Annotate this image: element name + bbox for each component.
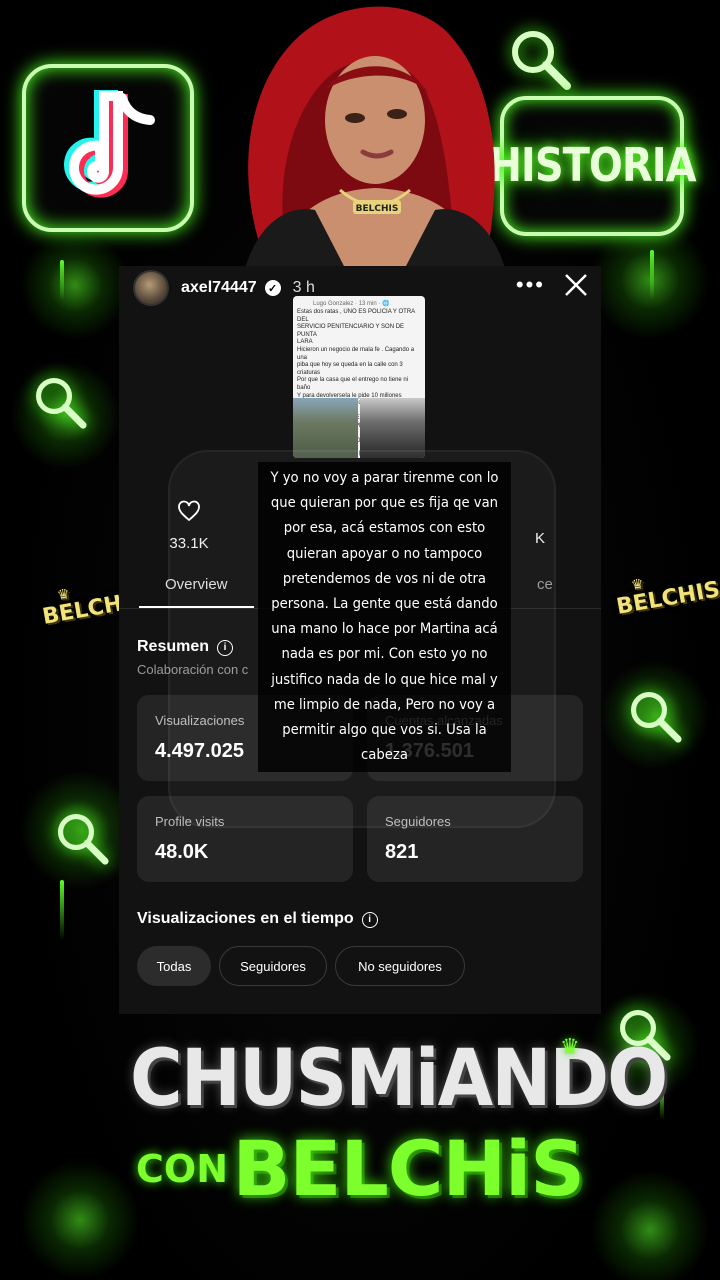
necklace-label: BELCHIS (356, 204, 399, 214)
avatar[interactable] (133, 270, 169, 306)
screenshot-line: Estas dos ratas , UNO ES POLICIA Y OTRA … (297, 309, 415, 323)
screenshot-line: SERVICIO PENITENCIARIO Y SON DE PUNTA (297, 324, 405, 338)
views-over-time-heading: Visualizaciones en el tiempo i (137, 910, 378, 928)
stat-value: 821 (385, 841, 419, 863)
photo (360, 398, 425, 458)
close-icon[interactable] (561, 270, 591, 300)
logo-line-2: BELCHiS (232, 1124, 585, 1213)
filter-chip-non-followers[interactable]: No seguidores (335, 946, 465, 986)
logo-line-1: CHUSMiANDO (130, 1034, 668, 1124)
photo (293, 398, 358, 458)
screenshot-line: LARA (297, 339, 313, 346)
screenshot-header: Lugo Gonzalez · 13 min · 🌐 (313, 301, 390, 307)
views-over-time-title: Visualizaciones en el tiempo (137, 910, 354, 927)
screenshot-line: Hicieron un negocio de mala fe . Cagando… (297, 346, 415, 361)
crown-icon: ♛ (560, 1034, 580, 1059)
green-splat (20, 230, 130, 340)
belchis-avatar-illustration: BELCHIS (205, 0, 535, 268)
magnifier-icon (625, 686, 685, 746)
story-username[interactable]: axel74447 (181, 279, 257, 297)
chusmiando-con-belchis-logo: CHUSMiANDO CON BELCHiS (110, 1034, 668, 1213)
story-header: axel74447 ✓ 3 h (133, 270, 315, 306)
magnifier-icon (30, 372, 90, 432)
screenshot-photos (293, 398, 425, 458)
stat-value: 48.0K (155, 841, 209, 863)
filter-chip-all[interactable]: Todas (137, 946, 211, 986)
magnifier-icon (52, 808, 112, 868)
info-icon[interactable]: i (361, 912, 378, 928)
paint-drip (650, 250, 654, 300)
screenshot-line: Por que la casa que el entrego no tiene … (297, 377, 409, 391)
story-caption: Y yo no voy a parar tirenme con lo que q… (258, 462, 511, 773)
shared-post-screenshot: Lugo Gonzalez · 13 min · 🌐 Estas dos rat… (293, 296, 425, 458)
crown-icon: ♛ (629, 576, 646, 595)
tiktok-logo-icon (22, 64, 194, 232)
screenshot-line: piba que hoy se queda en la calle con 3 … (297, 362, 403, 376)
logo-con: CON (136, 1146, 229, 1191)
crown-icon: ♛ (55, 586, 72, 605)
paint-drip (60, 880, 64, 940)
verified-badge-icon: ✓ (264, 280, 281, 296)
story-timestamp: 3 h (292, 279, 315, 296)
paint-drip (60, 260, 64, 300)
more-options-icon[interactable]: ••• (516, 272, 545, 298)
filter-chip-followers[interactable]: Seguidores (219, 946, 327, 986)
